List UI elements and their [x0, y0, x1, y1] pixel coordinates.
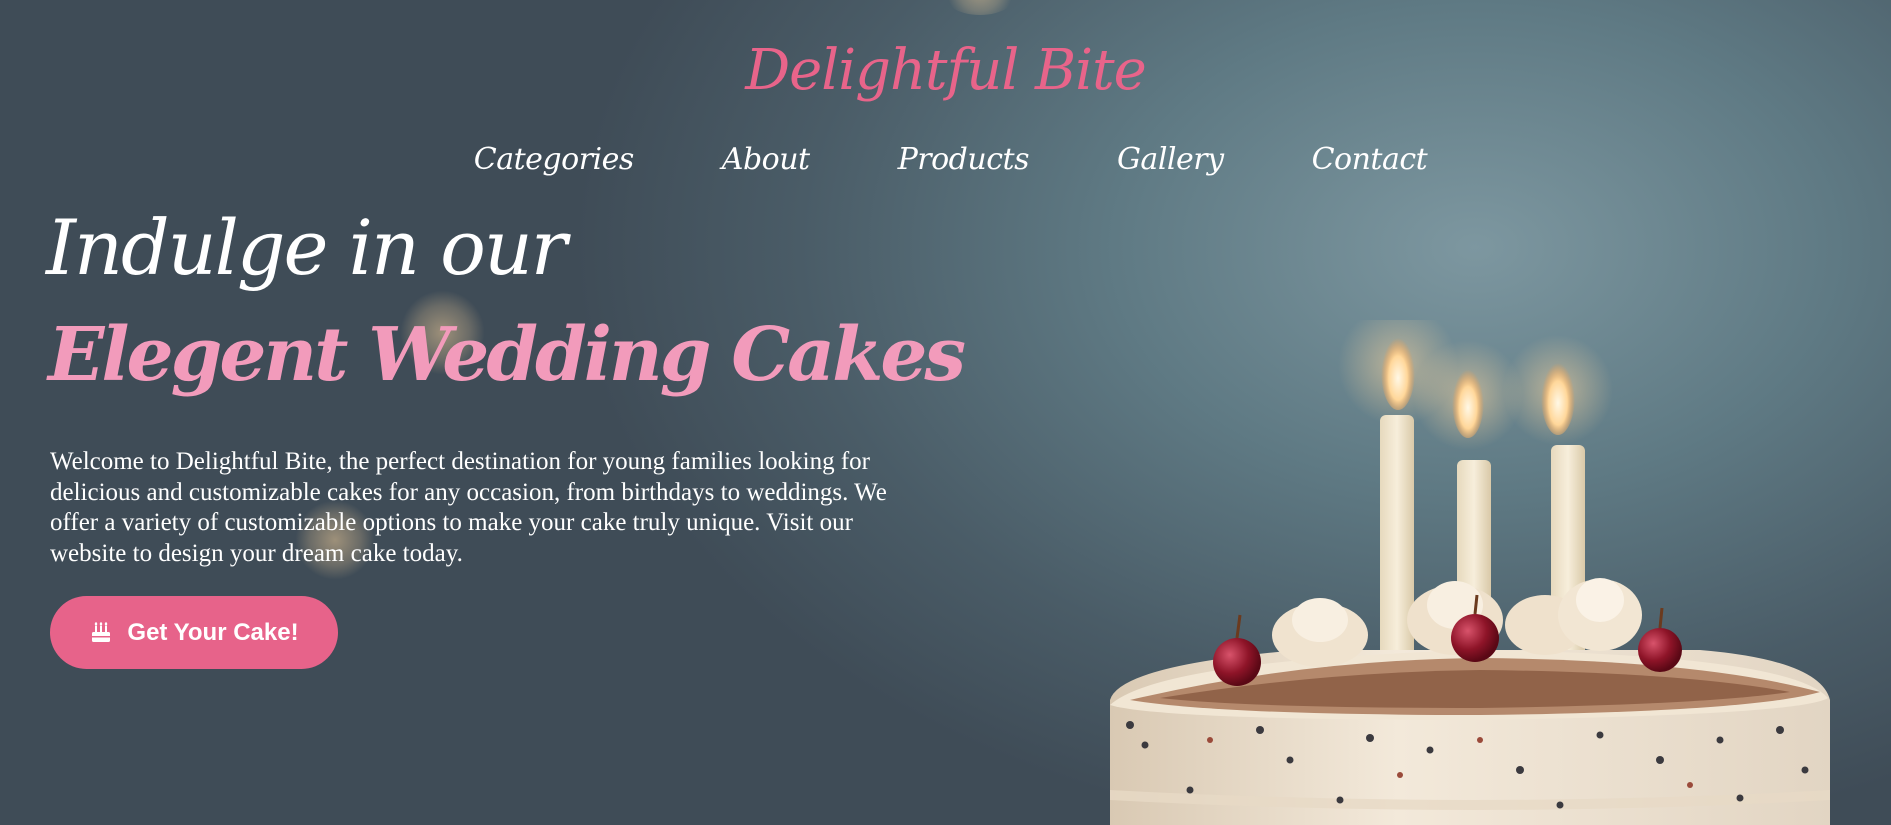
birthday-cake-image: [1110, 320, 1830, 825]
hero-heading-line2: Elegent Wedding Cakes: [48, 312, 966, 398]
nav-item-categories[interactable]: Categories: [474, 142, 635, 177]
bokeh-light: [940, 0, 1020, 15]
hero-intro-text: Welcome to Delightful Bite, the perfect …: [50, 448, 887, 567]
get-your-cake-button[interactable]: Get Your Cake!: [50, 596, 338, 669]
birthday-cake-icon: [92, 621, 111, 642]
nav-item-contact[interactable]: Contact: [1312, 142, 1428, 177]
nav-item-products[interactable]: Products: [898, 142, 1030, 177]
nav-item-about[interactable]: About: [722, 142, 810, 177]
hero-heading-line1: Indulge in our: [46, 203, 567, 292]
main-nav: Categories About Products Gallery Contac…: [0, 142, 1891, 177]
brand-logo[interactable]: Delightful Bite: [0, 38, 1891, 103]
nav-item-gallery[interactable]: Gallery: [1117, 142, 1224, 177]
get-your-cake-label: Get Your Cake!: [127, 618, 299, 646]
